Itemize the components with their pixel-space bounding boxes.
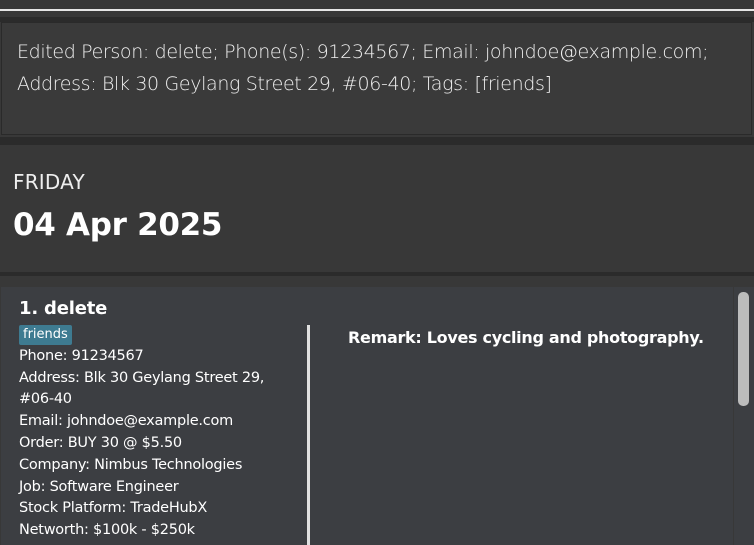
person-list-panel: 1. delete friends Phone: 91234567 Addres… [0, 276, 754, 545]
command-box[interactable] [0, 0, 754, 17]
tag-badge: friends [19, 325, 72, 345]
person-order: Order: BUY 30 @ $5.50 [19, 435, 182, 451]
day-of-week: FRIDAY [13, 170, 85, 194]
person-company: Company: Nimbus Technologies [19, 457, 243, 473]
person-remark: Remark: Loves cycling and photography. [348, 328, 704, 347]
result-display: Edited Person: delete; Phone(s): 9123456… [1, 22, 752, 135]
date-panel: FRIDAY 04 Apr 2025 [0, 145, 754, 273]
command-input-underline [0, 9, 754, 11]
person-job: Job: Software Engineer [19, 479, 179, 495]
person-phone: Phone: 91234567 [19, 348, 144, 364]
person-address-line2: #06-40 [19, 391, 72, 407]
divider [0, 137, 754, 145]
scrollbar-thumb[interactable] [738, 292, 749, 406]
person-address-line1: Address: Blk 30 Geylang Street 29, [19, 370, 265, 386]
person-name: 1. delete [19, 298, 108, 319]
person-stock-platform: Stock Platform: TradeHubX [19, 500, 208, 516]
current-date: 04 Apr 2025 [13, 207, 223, 243]
person-card[interactable]: 1. delete friends Phone: 91234567 Addres… [1, 287, 733, 545]
result-message: Edited Person: delete; Phone(s): 9123456… [17, 41, 709, 95]
card-column-separator [307, 325, 310, 545]
person-email: Email: johndoe@example.com [19, 413, 233, 429]
person-networth: Networth: $100k - $250k [19, 522, 195, 538]
app-window: Edited Person: delete; Phone(s): 9123456… [0, 0, 754, 545]
